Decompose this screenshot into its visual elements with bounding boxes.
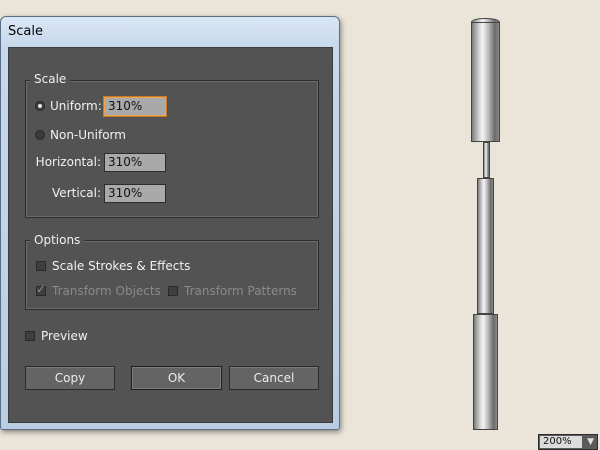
dialog-body: Scale Uniform: 310% Non-Uniform Horizont…: [8, 47, 333, 423]
cancel-button[interactable]: Cancel: [229, 366, 319, 390]
transform-patterns-label: Transform Patterns: [184, 284, 297, 298]
transform-patterns-row[interactable]: Transform Patterns: [168, 284, 297, 298]
scale-dialog: Scale Scale Uniform: 310% Non-Uniform Ho…: [0, 16, 340, 430]
scale-group-legend: Scale: [30, 72, 71, 86]
scale-strokes-label: Scale Strokes & Effects: [52, 259, 191, 273]
vertical-input[interactable]: 310%: [104, 184, 166, 203]
non-uniform-radio[interactable]: [35, 130, 45, 140]
options-group: [25, 240, 319, 310]
horizontal-input[interactable]: 310%: [104, 153, 166, 172]
zoom-control[interactable]: 200% ▼: [538, 434, 598, 450]
dialog-title[interactable]: Scale: [1, 17, 339, 47]
rod-thin-segment: [483, 142, 490, 178]
transform-objects-label: Transform Objects: [52, 284, 161, 298]
horizontal-label: Horizontal:: [35, 155, 101, 169]
options-group-legend: Options: [30, 233, 85, 247]
scale-strokes-row[interactable]: Scale Strokes & Effects: [36, 259, 190, 273]
copy-button[interactable]: Copy: [25, 366, 115, 390]
uniform-radio[interactable]: [35, 101, 45, 111]
rod-bottom-segment: [473, 314, 498, 430]
zoom-value[interactable]: 200%: [540, 436, 582, 448]
zoom-dropdown-icon[interactable]: ▼: [587, 437, 594, 447]
non-uniform-label: Non-Uniform: [50, 128, 126, 142]
preview-label: Preview: [41, 329, 88, 343]
non-uniform-radio-row[interactable]: Non-Uniform: [35, 128, 126, 142]
vertical-label: Vertical:: [52, 186, 101, 200]
preview-checkbox[interactable]: [25, 331, 35, 341]
transform-patterns-checkbox[interactable]: [168, 286, 178, 296]
rod-top-segment: [471, 22, 500, 142]
scale-strokes-checkbox[interactable]: [36, 261, 46, 271]
uniform-label: Uniform:: [50, 99, 102, 113]
uniform-input[interactable]: 310%: [104, 97, 166, 116]
uniform-radio-row[interactable]: Uniform:: [35, 99, 102, 113]
transform-objects-row[interactable]: Transform Objects: [36, 282, 161, 298]
transform-objects-checkbox[interactable]: [36, 282, 46, 296]
ok-button[interactable]: OK: [131, 366, 222, 390]
preview-row[interactable]: Preview: [25, 329, 88, 343]
rod-middle-segment: [477, 178, 494, 314]
